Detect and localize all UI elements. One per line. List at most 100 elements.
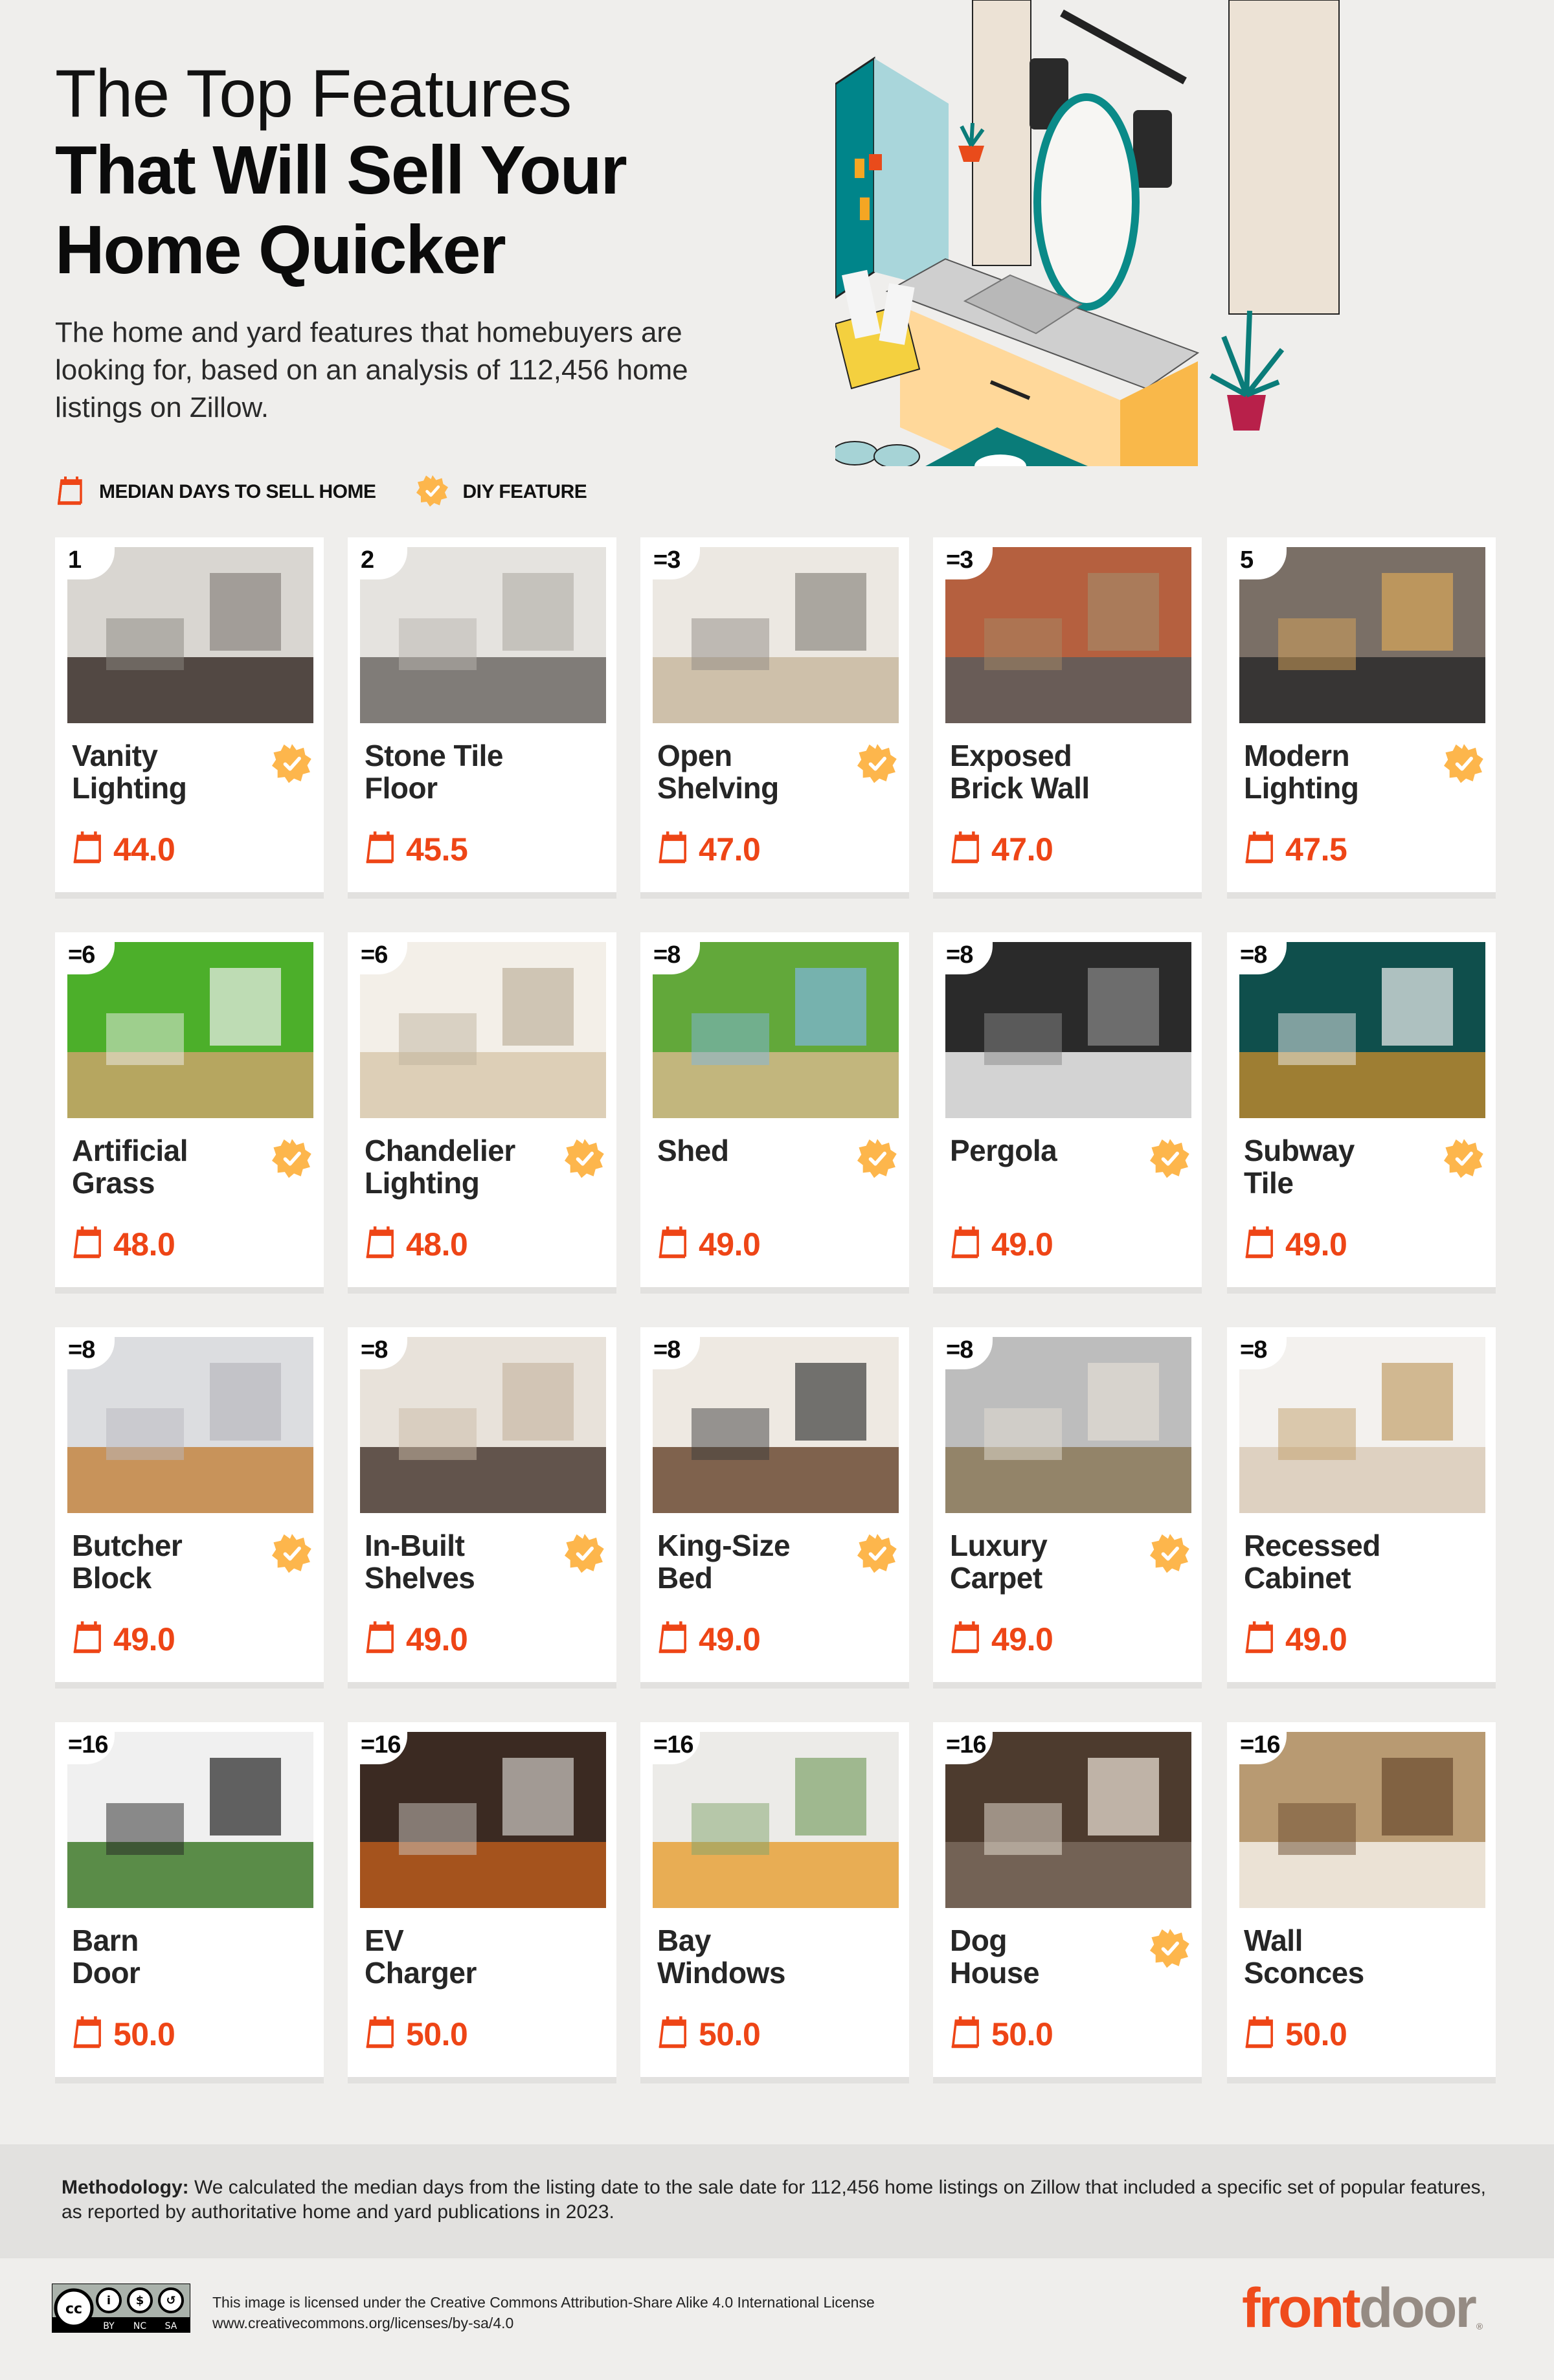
feature-name-line-2: Bed (657, 1561, 713, 1595)
calendar-icon (656, 1225, 690, 1263)
feature-photo (67, 547, 313, 723)
page-title-line-1: The Top Features (55, 56, 572, 131)
feature-name: Shed (657, 1134, 851, 1167)
legend-median-label: MEDIAN DAYS TO SELL HOME (99, 481, 376, 502)
license-url[interactable]: www.creativecommons.org/licenses/by-sa/4… (212, 2313, 875, 2333)
feature-photo (360, 942, 606, 1118)
rank-label: =8 (946, 941, 973, 969)
logo-door: door (1358, 2277, 1477, 2339)
feature-card-8: =8 Shed 49.0 (640, 932, 909, 1294)
slippers (831, 441, 920, 469)
median-days: 48.0 (71, 1225, 175, 1263)
plant-pot-large (1210, 310, 1285, 431)
feature-photo (653, 942, 899, 1118)
median-days: 47.5 (1243, 830, 1347, 868)
svg-text:$: $ (136, 2294, 144, 2307)
feature-card-6: =6 Artificial Grass 48.0 (55, 932, 324, 1294)
feature-card-9: =8 Pergola 49.0 (933, 932, 1202, 1294)
feature-name: Vanity Lighting (72, 739, 266, 804)
rank-label: =8 (653, 1336, 681, 1364)
calendar-icon (656, 830, 690, 868)
feature-name-line-2: Grass (72, 1166, 155, 1200)
feature-name-line-1: Bay (657, 1924, 711, 1957)
feature-name: Butcher Block (72, 1529, 266, 1594)
feature-card-11: =8 Butcher Block 49.0 (55, 1327, 324, 1689)
verified-badge-icon (272, 1533, 312, 1573)
feature-name: Pergola (950, 1134, 1144, 1167)
median-days-value: 49.0 (699, 1621, 761, 1657)
rank-tab: =16 (1227, 1722, 1287, 1764)
median-days-value: 49.0 (991, 1226, 1053, 1263)
feature-card-3: =3 Open Shelving 47.0 (640, 537, 909, 899)
towel-basket (834, 269, 921, 390)
rank-label: 2 (361, 546, 374, 574)
median-days: 50.0 (363, 2015, 468, 2053)
rank-label: =8 (68, 1336, 95, 1364)
feature-photo (360, 1337, 606, 1513)
calendar-icon (71, 1225, 104, 1263)
median-days: 49.0 (1243, 1225, 1347, 1263)
feature-name-line-2: Windows (657, 1956, 785, 1990)
feature-card-1: 1 Vanity Lighting 44.0 (55, 537, 324, 899)
cc-label-sa: SA (165, 2321, 177, 2331)
median-days-value: 50.0 (699, 2015, 761, 2052)
feature-photo (1239, 547, 1485, 723)
feature-name-line-2: Shelving (657, 771, 779, 805)
feature-name-line-2: Door (72, 1956, 141, 1990)
feature-photo (67, 1337, 313, 1513)
calendar-icon (363, 1225, 397, 1263)
feature-photo (360, 547, 606, 723)
feature-name-line-1: Modern (1244, 739, 1350, 772)
median-days: 44.0 (71, 830, 175, 868)
median-days: 49.0 (949, 1225, 1053, 1263)
calendar-icon (949, 2015, 982, 2053)
legend-median-days: MEDIAN DAYS TO SELL HOME (55, 475, 376, 510)
feature-photo (1239, 1337, 1485, 1513)
median-days-value: 49.0 (991, 1621, 1053, 1657)
calendar-icon (71, 1620, 104, 1658)
feature-name-line-1: Pergola (950, 1134, 1057, 1167)
feature-name: King-Size Bed (657, 1529, 851, 1594)
calendar-icon (1243, 830, 1276, 868)
feature-card-20: =16 Wall Sconces 50.0 (1227, 1722, 1496, 2083)
feature-name: Open Shelving (657, 739, 851, 804)
feature-name-line-2: Lighting (72, 771, 187, 805)
feature-name-line-1: Dog (950, 1924, 1007, 1957)
verified-badge-icon (565, 1138, 605, 1178)
page-title-line-2: That Will Sell Your (55, 132, 627, 208)
calendar-icon (949, 1620, 982, 1658)
median-days-value: 49.0 (699, 1226, 761, 1263)
rank-label: =3 (946, 546, 973, 574)
page-title-line-3: Home Quicker (55, 212, 506, 288)
feature-name-line-1: Butcher (72, 1529, 183, 1562)
feature-name-line-1: Stone Tile (365, 739, 503, 772)
rank-tab: =16 (348, 1722, 407, 1764)
calendar-icon (55, 475, 85, 510)
median-days-value: 47.0 (991, 831, 1053, 868)
rank-tab: =16 (933, 1722, 993, 1764)
feature-card-18: =16 Bay Windows 50.0 (640, 1722, 909, 2083)
feature-name-line-2: Carpet (950, 1561, 1042, 1595)
feature-name-line-1: Open (657, 739, 732, 772)
license-line-1: This image is licensed under the Creativ… (212, 2294, 875, 2311)
rank-label: =16 (361, 1731, 401, 1758)
rank-label: =16 (653, 1731, 693, 1758)
rank-label: =6 (68, 941, 95, 969)
median-days-value: 50.0 (113, 2015, 175, 2052)
rank-label: =6 (361, 941, 388, 969)
feature-name-line-2: Lighting (365, 1166, 480, 1200)
svg-text:i: i (107, 2294, 111, 2307)
median-days: 50.0 (1243, 2015, 1347, 2053)
median-days: 50.0 (949, 2015, 1053, 2053)
feature-card-2: 2 Stone Tile Floor 45.5 (348, 537, 616, 899)
feature-name-line-2: Sconces (1244, 1956, 1364, 1990)
feature-name-line-1: Chandelier (365, 1134, 515, 1167)
feature-name-line-2: Tile (1244, 1166, 1294, 1200)
rank-label: =3 (653, 546, 681, 574)
feature-card-14: =8 Luxury Carpet 49.0 (933, 1327, 1202, 1689)
verified-badge-icon (1150, 1533, 1190, 1573)
feature-name-line-1: Wall (1244, 1924, 1303, 1957)
median-days-value: 49.0 (406, 1621, 468, 1657)
calendar-icon (1243, 2015, 1276, 2053)
calendar-icon (949, 830, 982, 868)
